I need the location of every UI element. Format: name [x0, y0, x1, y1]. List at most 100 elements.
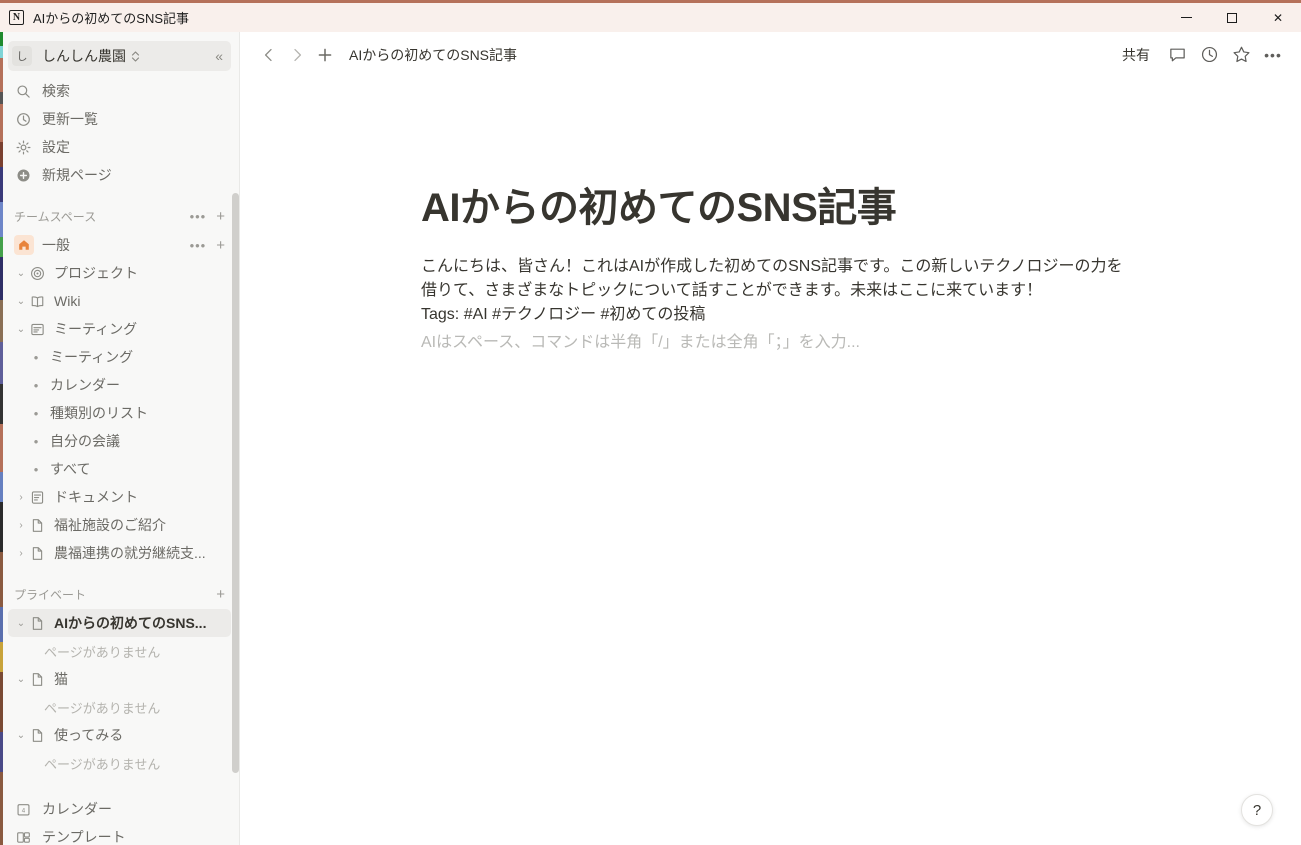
file-icon	[28, 672, 46, 687]
chevron-right-icon[interactable]: ›	[14, 520, 28, 531]
toolbar-actions: 共有 •••	[1113, 40, 1287, 70]
sidebar-item-label: ドキュメント	[54, 489, 138, 505]
page-title[interactable]: AIからの初めてのSNS記事	[421, 185, 1141, 231]
sidebar-item-calendar[interactable]: 4 カレンダー	[8, 795, 231, 823]
sidebar-scrollbar[interactable]	[232, 193, 239, 773]
new-page-button[interactable]	[311, 41, 339, 69]
share-button[interactable]: 共有	[1113, 40, 1159, 70]
sidebar-subitem-my-meetings[interactable]: • 自分の会議	[8, 427, 231, 455]
chevron-down-icon[interactable]: ⌄	[14, 674, 28, 685]
close-button[interactable]: ✕	[1255, 3, 1301, 32]
sidebar-item-label: テンプレート	[42, 829, 126, 845]
item-actions: ••• +	[190, 238, 225, 253]
sidebar-subitem-meeting[interactable]: • ミーティング	[8, 343, 231, 371]
book-icon	[28, 294, 46, 309]
sidebar-item-settings[interactable]: 設定	[8, 133, 231, 161]
template-icon	[14, 828, 32, 845]
empty-pages-label: ページがありません	[44, 700, 161, 716]
forward-button[interactable]	[283, 41, 311, 69]
chevron-left-icon	[264, 48, 272, 61]
sidebar-subitem-label: すべて	[50, 461, 91, 477]
section-title: プライベート	[14, 587, 87, 602]
chevron-updown-icon	[131, 50, 140, 63]
clock-icon	[14, 110, 32, 128]
plus-icon	[318, 48, 332, 61]
sidebar-item-ai-sns-article[interactable]: ⌄ AIからの初めてのSNS...	[8, 609, 231, 637]
sidebar-subitem-list-by-type[interactable]: • 種類別のリスト	[8, 399, 231, 427]
sidebar-item-try-it[interactable]: ⌄ 使ってみる	[8, 721, 231, 749]
sidebar-item-label: 設定	[42, 139, 70, 155]
bullet-icon: •	[33, 349, 39, 365]
more-options-button[interactable]: •••	[1259, 41, 1287, 69]
chevron-down-icon[interactable]: ⌄	[14, 296, 28, 307]
chevron-right-icon[interactable]: ›	[14, 492, 28, 503]
calendar-icon: 4	[14, 800, 32, 818]
bullet-icon: •	[33, 377, 39, 393]
notion-app-window: N AIからの初めてのSNS記事 ✕ し しんしん農園 « 検索 更新一覧 設定…	[0, 0, 1301, 845]
chevron-down-icon[interactable]: ⌄	[14, 268, 28, 279]
sidebar-item-label: AIからの初めてのSNS...	[54, 615, 207, 631]
sidebar-item-label: 新規ページ	[42, 167, 112, 183]
section-title: チームスペース	[14, 209, 97, 224]
sidebar-item-label: 検索	[42, 83, 70, 99]
sidebar-subitem-calendar[interactable]: • カレンダー	[8, 371, 231, 399]
sidebar-item-documents[interactable]: › ドキュメント	[8, 483, 231, 511]
sidebar-item-meeting[interactable]: ⌄ ミーティング	[8, 315, 231, 343]
editor-placeholder[interactable]: AIはスペース、コマンドは半角「/」または全角「；」を入力...	[421, 331, 1141, 355]
favorite-button[interactable]	[1227, 41, 1255, 69]
sidebar-item-wiki[interactable]: ⌄ Wiki	[8, 287, 231, 315]
chevron-right-icon[interactable]: ›	[14, 548, 28, 559]
sidebar-item-project[interactable]: ⌄ プロジェクト	[8, 259, 231, 287]
minimize-button[interactable]	[1163, 3, 1209, 32]
maximize-icon	[1227, 12, 1237, 23]
window-title: AIからの初めてのSNS記事	[33, 11, 190, 26]
comment-icon	[1169, 48, 1185, 62]
star-icon	[1232, 46, 1250, 63]
sidebar-item-search[interactable]: 検索	[8, 77, 231, 105]
sidebar-item-updates[interactable]: 更新一覧	[8, 105, 231, 133]
clock-history-icon	[1201, 46, 1217, 63]
more-horizontal-icon[interactable]: •••	[190, 210, 207, 223]
left-color-strip	[0, 32, 3, 845]
bullet-icon: •	[33, 433, 39, 449]
sidebar: し しんしん農園 « 検索 更新一覧 設定 新規ページ チームスペース ••• …	[0, 32, 240, 845]
sidebar-item-label: 猫	[54, 671, 68, 687]
document-tags-line[interactable]: Tags: #AI #テクノロジー #初めての投稿	[421, 303, 1141, 327]
back-button[interactable]	[255, 41, 283, 69]
sidebar-item-welfare-intro[interactable]: › 福祉施設のご紹介	[8, 511, 231, 539]
bullet-icon: •	[33, 461, 39, 477]
sidebar-item-label: プロジェクト	[54, 265, 138, 281]
chevron-updown-svg	[131, 50, 140, 62]
help-button[interactable]: ?	[1241, 794, 1273, 826]
sidebar-item-agri-welfare[interactable]: › 農福連携の就労継続支...	[8, 539, 231, 567]
document-body: AIからの初めてのSNS記事 こんにちは、皆さん！これはAIが作成した初めてのS…	[241, 77, 1141, 355]
sidebar-item-label: 使ってみる	[54, 727, 124, 743]
sidebar-item-new-page[interactable]: 新規ページ	[8, 161, 231, 189]
history-button[interactable]	[1195, 41, 1223, 69]
home-icon	[14, 235, 34, 255]
maximize-button[interactable]	[1209, 3, 1255, 32]
collapse-sidebar-button[interactable]: «	[213, 48, 225, 64]
sidebar-item-general[interactable]: 一般 ••• +	[8, 231, 231, 259]
breadcrumb[interactable]: AIからの初めてのSNS記事	[349, 45, 517, 65]
sidebar-item-label: Wiki	[54, 293, 81, 309]
sidebar-subitem-all[interactable]: • すべて	[8, 455, 231, 483]
chevron-down-icon[interactable]: ⌄	[14, 324, 28, 335]
empty-pages-label: ページがありません	[44, 756, 161, 772]
chevron-down-icon[interactable]: ⌄	[14, 730, 28, 741]
section-actions: ••• +	[190, 209, 225, 224]
teamspace-section-header: チームスペース ••• +	[8, 203, 231, 229]
bullet-icon: •	[33, 405, 39, 421]
more-horizontal-icon[interactable]: •••	[190, 239, 207, 252]
sidebar-item-templates[interactable]: テンプレート	[8, 823, 231, 845]
add-teamspace-button[interactable]: +	[216, 209, 225, 224]
workspace-switcher[interactable]: し しんしん農園 «	[8, 41, 231, 71]
sidebar-item-cat[interactable]: ⌄ 猫	[8, 665, 231, 693]
comment-button[interactable]	[1163, 41, 1191, 69]
add-private-page-button[interactable]: +	[216, 587, 225, 602]
add-page-button[interactable]: +	[216, 238, 225, 253]
chevron-down-icon[interactable]: ⌄	[14, 618, 28, 629]
file-icon	[28, 518, 46, 533]
document-paragraph[interactable]: こんにちは、皆さん！これはAIが作成した初めてのSNS記事です。この新しいテクノ…	[421, 255, 1127, 303]
minimize-icon	[1180, 17, 1192, 18]
